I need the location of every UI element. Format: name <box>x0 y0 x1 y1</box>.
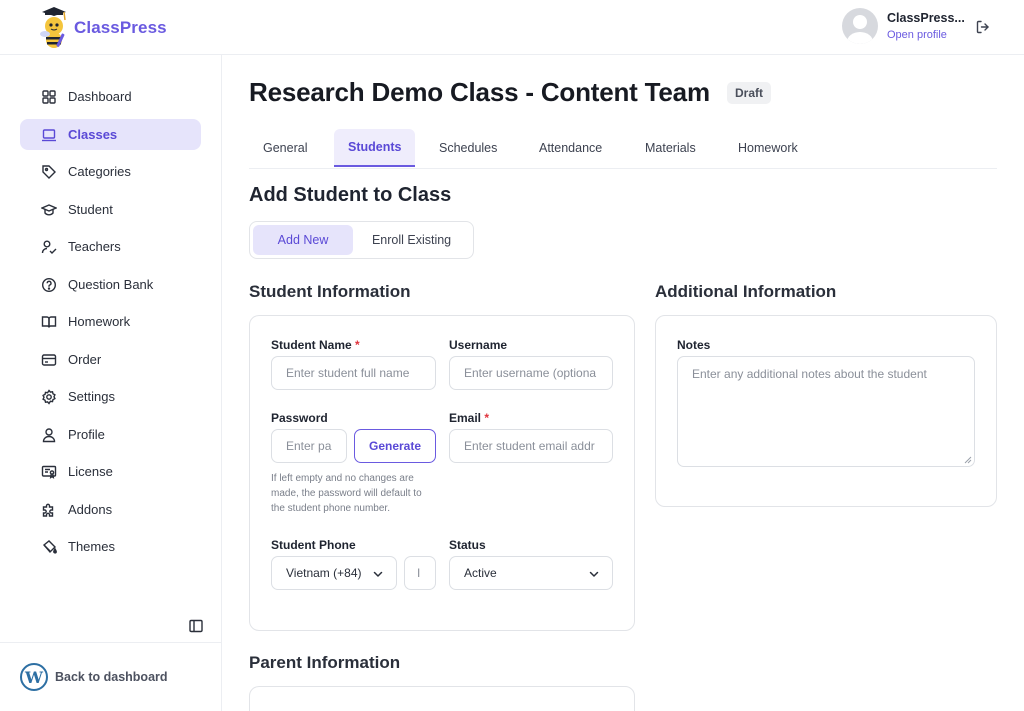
add-student-heading: Add Student to Class <box>249 184 452 206</box>
status-badge: Draft <box>727 82 772 104</box>
wordpress-icon: W <box>20 663 48 691</box>
sidebar-item-label: Homework <box>68 314 131 329</box>
username-label: Username <box>449 338 508 352</box>
additional-information-card: Notes Enter any additional notes about t… <box>655 315 997 507</box>
email-label: Email * <box>449 411 490 425</box>
tab-students[interactable]: Students <box>334 129 416 167</box>
puzzle-icon <box>42 503 54 517</box>
username-input[interactable]: Enter username (optiona <box>449 356 613 390</box>
student-name-input[interactable]: Enter student full name <box>271 356 436 390</box>
graduation-cap-icon <box>41 203 57 216</box>
sidebar-item-label: Dashboard <box>68 89 132 104</box>
page-title: Research Demo Class - Content Team <box>249 77 710 107</box>
sidebar-item-label: Profile <box>68 427 105 442</box>
chevron-down-icon <box>373 571 383 577</box>
phone-number-input[interactable]: I <box>404 556 436 590</box>
student-information-card: Student Name * Enter student full name U… <box>249 315 635 631</box>
sidebar-item-label: Settings <box>68 389 115 404</box>
sidebar-item-addons[interactable]: Addons <box>20 494 201 525</box>
sidebar-item-label: Teachers <box>68 239 121 254</box>
user-icon <box>42 427 56 442</box>
sidebar-item-label: License <box>68 464 113 479</box>
sidebar-item-homework[interactable]: Homework <box>20 306 201 337</box>
logout-icon[interactable] <box>975 19 991 35</box>
sidebar-item-classes[interactable]: Classes <box>20 119 201 150</box>
sidebar-item-settings[interactable]: Settings <box>20 381 201 412</box>
parent-information-card <box>249 686 635 711</box>
add-new-tab[interactable]: Add New <box>253 225 354 255</box>
add-mode-toggle: Add New Enroll Existing <box>249 221 474 259</box>
generate-password-button[interactable]: Generate <box>354 429 436 463</box>
sidebar-item-profile[interactable]: Profile <box>20 419 201 450</box>
phone-country-select[interactable]: Vietnam (+84) <box>271 556 397 590</box>
tab-homework[interactable]: Homework <box>724 129 812 167</box>
tab-schedules[interactable]: Schedules <box>425 129 511 167</box>
sidebar-item-categories[interactable]: Categories <box>20 156 201 187</box>
status-select[interactable]: Active <box>449 556 613 590</box>
password-help-text: If left empty and no changes are made, t… <box>271 473 422 514</box>
teacher-icon <box>41 240 57 254</box>
status-label: Status <box>449 538 486 552</box>
sidebar-item-label: Student <box>68 202 113 217</box>
notes-textarea[interactable]: Enter any additional notes about the stu… <box>677 356 975 467</box>
phone-country-value: Vietnam (+84) <box>286 566 362 580</box>
student-information-title: Student Information <box>249 282 411 301</box>
password-label: Password <box>271 411 328 425</box>
parent-information-title: Parent Information <box>249 653 401 672</box>
tab-general[interactable]: General <box>249 129 321 167</box>
class-tabs: General Students Schedules Attendance Ma… <box>249 129 997 169</box>
student-phone-label: Student Phone <box>271 538 356 552</box>
additional-information-title: Additional Information <box>655 282 837 301</box>
sidebar-item-dashboard[interactable]: Dashboard <box>20 81 201 112</box>
sidebar-item-order[interactable]: Order <box>20 344 201 375</box>
user-name: ClassPress... <box>887 11 965 25</box>
brand-name: ClassPress <box>74 18 167 37</box>
open-profile-link[interactable]: Open profile <box>887 29 965 41</box>
bee-mascot-icon <box>36 6 72 50</box>
notes-placeholder: Enter any additional notes about the stu… <box>692 367 927 381</box>
sidebar-item-question-bank[interactable]: Question Bank <box>20 269 201 300</box>
notes-label: Notes <box>677 338 711 352</box>
book-open-icon <box>41 315 57 328</box>
tag-icon <box>42 164 56 179</box>
sidebar-item-license[interactable]: License <box>20 456 201 487</box>
user-menu[interactable]: ClassPress... Open profile <box>842 8 965 44</box>
top-bar: ClassPress ClassPress... Open profile <box>0 0 1024 55</box>
credit-card-icon <box>41 353 57 366</box>
resize-grip-icon[interactable] <box>964 456 972 464</box>
sidebar-item-label: Categories <box>68 164 131 179</box>
grid-icon <box>42 89 56 104</box>
sidebar-item-student[interactable]: Student <box>20 194 201 225</box>
certificate-icon <box>41 465 57 479</box>
email-input[interactable]: Enter student email addr <box>449 429 613 463</box>
sidebar-item-teachers[interactable]: Teachers <box>20 231 201 262</box>
sidebar-item-label: Question Bank <box>68 277 154 292</box>
sidebar-collapse-icon[interactable] <box>188 618 204 634</box>
tab-materials[interactable]: Materials <box>631 129 710 167</box>
question-circle-icon <box>41 277 57 292</box>
tab-attendance[interactable]: Attendance <box>525 129 616 167</box>
paint-bucket-icon <box>42 539 57 554</box>
sidebar-item-label: Themes <box>68 539 115 554</box>
chevron-down-icon <box>589 571 599 577</box>
sidebar-item-label: Addons <box>68 502 113 517</box>
sidebar-item-label: Classes <box>68 127 118 142</box>
main-content: Research Demo Class - Content Team Draft… <box>222 55 1024 711</box>
back-to-dashboard[interactable]: W Back to dashboard <box>0 642 221 711</box>
gear-icon <box>42 388 56 405</box>
laptop-icon <box>42 128 56 141</box>
avatar[interactable] <box>842 8 878 44</box>
sidebar: Dashboard Classes Categories Student Tea… <box>0 55 222 711</box>
enroll-existing-tab[interactable]: Enroll Existing <box>353 225 470 255</box>
status-value: Active <box>464 566 497 580</box>
sidebar-item-themes[interactable]: Themes <box>20 531 201 562</box>
brand-logo[interactable]: ClassPress <box>36 6 167 50</box>
student-name-label: Student Name * <box>271 338 360 352</box>
password-input[interactable]: Enter pa <box>271 429 347 463</box>
back-to-dashboard-label[interactable]: Back to dashboard <box>55 670 168 684</box>
sidebar-item-label: Order <box>68 352 102 367</box>
